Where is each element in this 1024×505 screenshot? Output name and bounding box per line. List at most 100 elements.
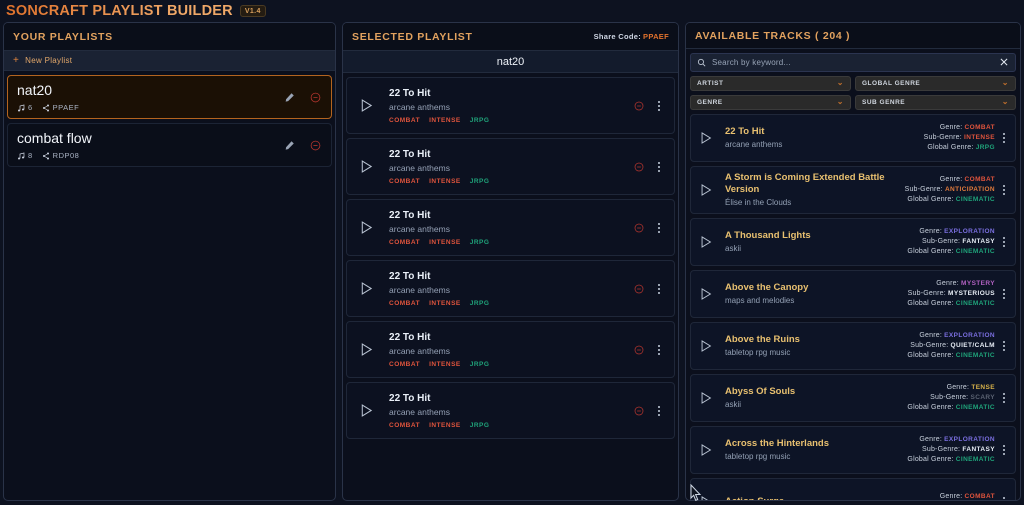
available-tracks-header: AVAILABLE TRACKS ( 204 ): [686, 23, 1020, 50]
music-note-icon: [18, 152, 25, 159]
playlist-track-tags: COMBAT INTENSE JRPG: [389, 300, 632, 307]
filter-row: ARTIST ⌄ GLOBAL GENRE ⌄ GENRE ⌄ SUB GENR…: [686, 72, 1020, 114]
playlist-track-artist: arcane anthems: [389, 406, 450, 417]
play-icon[interactable]: [695, 443, 717, 457]
playlist-track-row[interactable]: 22 To Hit arcane anthems COMBAT INTENSE JRPG: [346, 77, 675, 134]
genre-value: TENSE: [971, 384, 995, 392]
delete-playlist-icon[interactable]: [309, 91, 322, 104]
playlist-track-actions: [632, 221, 664, 234]
available-track-artist: Élise in the Clouds: [725, 198, 792, 208]
search-bar[interactable]: [690, 53, 1016, 72]
track-genre: Genre: COMBAT: [940, 493, 995, 500]
available-track-row[interactable]: Abyss Of Souls askii Genre: TENSE Sub-Genre…: [690, 373, 1016, 422]
delete-playlist-icon[interactable]: [309, 139, 322, 152]
genre-label: Genre:: [919, 436, 942, 444]
play-icon[interactable]: [355, 220, 377, 235]
playlist-track-row[interactable]: 22 To Hit arcane anthems COMBAT INTENSE JRPG: [346, 138, 675, 195]
playlist-track-title: 22 To Hit: [389, 392, 431, 404]
track-menu-icon[interactable]: [654, 283, 664, 294]
remove-track-icon[interactable]: [632, 221, 645, 234]
edit-playlist-icon[interactable]: [283, 91, 296, 104]
play-icon[interactable]: [695, 131, 717, 145]
filter-genre[interactable]: GENRE ⌄: [690, 94, 851, 110]
track-menu-icon[interactable]: [999, 236, 1009, 247]
track-menu-icon[interactable]: [999, 340, 1009, 351]
track-menu-icon[interactable]: [999, 184, 1009, 195]
share-code-value[interactable]: PPAEF: [643, 32, 669, 41]
filter-sub-genre[interactable]: SUB GENRE ⌄: [855, 94, 1016, 110]
track-menu-icon[interactable]: [654, 405, 664, 416]
available-track-row[interactable]: Above the Ruins tabletop rpg music Genre: …: [690, 321, 1016, 370]
play-icon[interactable]: [355, 403, 377, 418]
sub-genre-value: FANTASY: [962, 238, 995, 246]
track-menu-icon[interactable]: [654, 100, 664, 111]
playlist-track-row[interactable]: 22 To Hit arcane anthems COMBAT INTENSE JRPG: [346, 382, 675, 439]
search-input[interactable]: [712, 57, 993, 67]
filter-genre-label: GENRE: [697, 98, 723, 106]
playlist-track-row[interactable]: 22 To Hit arcane anthems COMBAT INTENSE JRPG: [346, 199, 675, 256]
track-menu-icon[interactable]: [999, 392, 1009, 403]
remove-track-icon[interactable]: [632, 282, 645, 295]
track-menu-icon[interactable]: [654, 161, 664, 172]
track-menu-icon[interactable]: [654, 222, 664, 233]
available-track-row[interactable]: Across the Hinterlands tabletop rpg music…: [690, 425, 1016, 474]
available-track-title: A Storm is Coming Extended Battle Versio…: [725, 172, 885, 196]
new-playlist-button[interactable]: + New Playlist: [4, 51, 336, 71]
play-icon[interactable]: [355, 98, 377, 113]
remove-track-icon[interactable]: [632, 160, 645, 173]
track-menu-icon[interactable]: [999, 132, 1009, 143]
playlist-track-info: 22 To Hit arcane anthems COMBAT INTENSE JRPG: [377, 271, 632, 307]
global-genre-value: CINEMATIC: [955, 248, 995, 256]
track-global-genre: Global Genre: CINEMATIC: [907, 352, 995, 359]
remove-track-icon[interactable]: [632, 404, 645, 417]
edit-playlist-icon[interactable]: [283, 139, 296, 152]
available-track-row[interactable]: Action SurgeGenre: COMBATSub-Genre: INTE…: [690, 477, 1016, 500]
track-tag: COMBAT: [389, 177, 421, 185]
playlist-share-code: PPAEF: [52, 103, 80, 112]
mouse-cursor: [690, 484, 702, 501]
track-menu-icon[interactable]: [999, 496, 1009, 500]
remove-track-icon[interactable]: [632, 343, 645, 356]
available-track-row[interactable]: A Thousand Lights askii Genre: EXPLORATION…: [690, 217, 1016, 266]
play-icon[interactable]: [695, 183, 717, 197]
available-track-row[interactable]: A Storm is Coming Extended Battle Versio…: [690, 165, 1016, 214]
play-icon[interactable]: [695, 235, 717, 249]
filter-artist[interactable]: ARTIST ⌄: [690, 75, 851, 91]
available-track-row[interactable]: Above the Canopy maps and melodies Genre: …: [690, 269, 1016, 318]
playlist-track-row[interactable]: 22 To Hit arcane anthems COMBAT INTENSE JRPG: [346, 321, 675, 378]
track-menu-icon[interactable]: [999, 288, 1009, 299]
available-track-meta: Genre: COMBAT Sub-Genre: ANTICIPATION Glob…: [905, 176, 999, 203]
filter-artist-label: ARTIST: [697, 79, 724, 87]
play-icon[interactable]: [355, 342, 377, 357]
share-code-label: Share Code:: [593, 32, 642, 41]
your-playlists-panel: YOUR PLAYLISTS + New Playlist nat20 6 PP…: [3, 22, 337, 501]
play-icon[interactable]: [695, 391, 717, 405]
track-genre: Genre: EXPLORATION: [919, 436, 995, 443]
share-code-group: PPAEF: [42, 103, 80, 112]
track-menu-icon[interactable]: [999, 444, 1009, 455]
close-icon[interactable]: [999, 57, 1009, 67]
play-icon[interactable]: [355, 281, 377, 296]
track-menu-icon[interactable]: [654, 344, 664, 355]
playlist-actions: [283, 91, 322, 104]
filter-global-genre[interactable]: GLOBAL GENRE ⌄: [855, 75, 1016, 91]
remove-track-icon[interactable]: [632, 99, 645, 112]
share-code-group: RDP08: [42, 151, 80, 160]
play-icon[interactable]: [695, 339, 717, 353]
playlist-item-combat-flow[interactable]: combat flow 8 RDP08: [7, 123, 333, 167]
available-track-row[interactable]: 22 To Hit arcane anthems Genre: COMBAT Sub-…: [690, 113, 1016, 162]
playlist-track-row[interactable]: 22 To Hit arcane anthems COMBAT INTENSE JRPG: [346, 260, 675, 317]
playlist-track-title: 22 To Hit: [389, 270, 431, 282]
available-track-artist: askii: [725, 244, 742, 254]
playlist-item-nat20[interactable]: nat20 6 PPAEF: [7, 75, 333, 119]
available-track-meta: Genre: TENSE Sub-Genre: SCARY Global Genre…: [907, 384, 999, 411]
global-genre-value: CINEMATIC: [955, 196, 995, 204]
sub-genre-value: SCARY: [970, 394, 995, 402]
version-badge: V1.4: [239, 5, 266, 17]
playlist-item-main: combat flow 8 RDP08: [17, 130, 283, 160]
play-icon[interactable]: [355, 159, 377, 174]
selected-playlist-header: SELECTED PLAYLIST Share Code: PPAEF: [343, 23, 678, 51]
track-genre: Genre: EXPLORATION: [919, 228, 995, 235]
play-icon[interactable]: [695, 287, 717, 301]
playlist-track-actions: [632, 160, 664, 173]
